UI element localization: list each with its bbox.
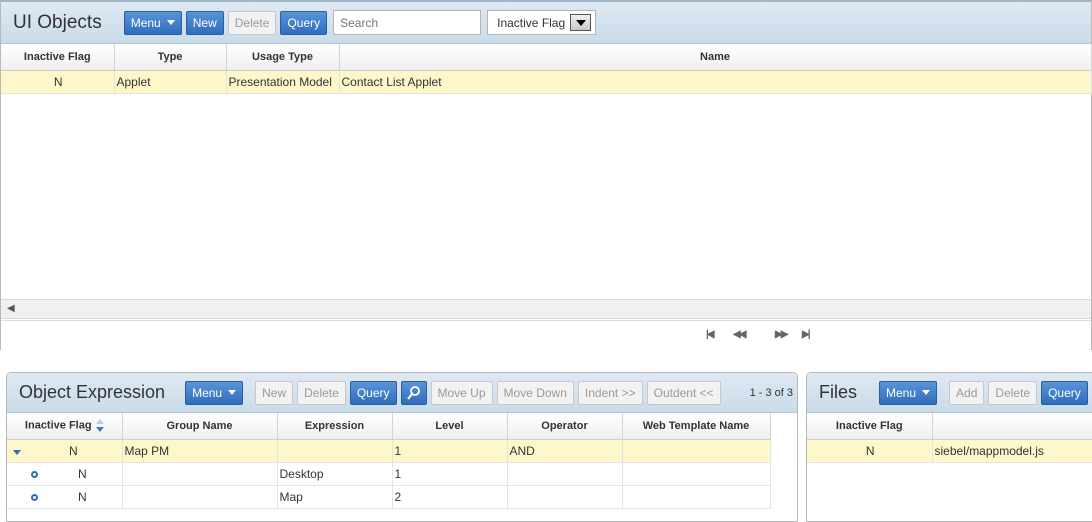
cell-group-name[interactable] (122, 462, 278, 486)
cell-web-template-name[interactable] (622, 485, 771, 509)
column-header-usage-type[interactable]: Usage Type (226, 44, 340, 71)
chevron-down-icon (228, 390, 237, 395)
cell-file[interactable]: siebel/mappmodel.js (932, 439, 1092, 463)
object-expression-new-button[interactable]: New (255, 380, 294, 405)
ui-objects-new-button[interactable]: New (185, 10, 224, 35)
cell-web-template-name[interactable] (622, 462, 771, 486)
cell-group-name[interactable] (122, 485, 278, 509)
previous-page-icon[interactable]: ◀◀ (733, 329, 746, 340)
menu-label: Menu (130, 15, 161, 30)
table-row[interactable]: N Map PM 1 AND (7, 439, 771, 463)
column-header-operator[interactable]: Operator (507, 413, 623, 440)
inactive-flag-value: N (78, 489, 87, 504)
files-menu-button[interactable]: Menu (879, 380, 938, 405)
ui-objects-applet: UI Objects Menu New Delete Query Inactiv… (0, 0, 1092, 350)
inactive-flag-value: N (78, 466, 87, 481)
column-header-label: Inactive Flag (24, 419, 92, 432)
cell-type[interactable]: Applet (114, 70, 227, 94)
ui-objects-table: Inactive Flag Type Usage Type Name N App… (1, 44, 1092, 94)
cell-usage-type[interactable]: Presentation Model (226, 70, 340, 94)
column-header-inactive-flag[interactable]: Inactive Flag (807, 413, 933, 440)
ui-objects-query-button[interactable]: Query (280, 10, 328, 35)
outdent-button[interactable]: Outdent << (646, 380, 721, 405)
table-row[interactable]: N Applet Presentation Model Contact List… (1, 70, 1092, 94)
filter-select-value: Inactive Flag (497, 15, 566, 30)
ui-objects-menu-button[interactable]: Menu (123, 10, 182, 35)
files-query-button[interactable]: Query (1041, 380, 1088, 405)
tree-bullet-icon (31, 470, 38, 478)
sort-icon[interactable] (95, 419, 104, 433)
ui-objects-filter-select[interactable]: Inactive Flag (487, 10, 597, 35)
chevron-down-icon (922, 390, 931, 395)
files-header: Files Menu Add Delete Query (807, 373, 1092, 413)
ui-objects-search-input[interactable] (333, 10, 482, 35)
move-up-button[interactable]: Move Up (430, 380, 493, 405)
table-row[interactable]: N Desktop 1 (7, 462, 771, 486)
first-page-icon[interactable]: |◀ (706, 329, 714, 340)
files-title: Files (819, 382, 858, 402)
pager-bar: |◀ ◀◀ ▶▶ ▶| (1, 320, 1091, 350)
column-header-file[interactable] (932, 413, 1092, 440)
cell-group-name[interactable]: Map PM (122, 439, 278, 463)
column-header-level[interactable]: Level (392, 413, 508, 440)
cell-name[interactable]: Contact List Applet (339, 70, 1092, 94)
cell-operator[interactable] (507, 462, 623, 486)
object-expression-table: Inactive Flag Group Name Expression Leve… (7, 413, 771, 509)
next-page-icon[interactable]: ▶▶ (775, 329, 788, 340)
cell-operator[interactable]: AND (507, 439, 623, 463)
column-header-type[interactable]: Type (114, 44, 227, 71)
cell-level[interactable]: 2 (392, 485, 508, 509)
object-expression-header: Object Expression Menu New Delete Query … (7, 373, 797, 413)
cell-expression[interactable]: Desktop (277, 462, 393, 486)
indent-button[interactable]: Indent >> (577, 380, 643, 405)
ui-objects-delete-button[interactable]: Delete (227, 10, 277, 35)
cell-expression[interactable] (277, 439, 393, 463)
cell-web-template-name[interactable] (622, 439, 771, 463)
cell-inactive-flag[interactable]: N (1, 70, 115, 94)
object-expression-title: Object Expression (19, 382, 166, 402)
cell-inactive-flag[interactable]: N (7, 462, 123, 486)
menu-label: Menu (192, 385, 223, 400)
table-row[interactable]: N Map 2 (7, 485, 771, 509)
object-expression-applet: Object Expression Menu New Delete Query … (6, 372, 798, 522)
column-header-expression[interactable]: Expression (277, 413, 393, 440)
ui-objects-title: UI Objects (13, 11, 102, 33)
cell-operator[interactable] (507, 485, 623, 509)
files-table: Inactive Flag N siebel/mappmodel.js (807, 413, 1092, 463)
horizontal-scrollbar[interactable]: ◀ (1, 299, 1091, 319)
cell-inactive-flag[interactable]: N (807, 439, 933, 463)
object-expression-delete-button[interactable]: Delete (297, 380, 346, 405)
inactive-flag-value: N (69, 443, 78, 458)
record-count: 1 - 3 of 3 (749, 386, 793, 399)
tree-bullet-icon (31, 493, 38, 501)
magnify-icon[interactable] (400, 380, 427, 405)
cell-expression[interactable]: Map (277, 485, 393, 509)
column-header-name[interactable]: Name (339, 44, 1092, 71)
column-header-inactive-flag[interactable]: Inactive Flag (1, 44, 115, 71)
column-header-group-name[interactable]: Group Name (122, 413, 278, 440)
cell-level[interactable]: 1 (392, 439, 508, 463)
cell-inactive-flag[interactable]: N (7, 439, 123, 463)
files-add-button[interactable]: Add (949, 380, 985, 405)
cell-inactive-flag[interactable]: N (7, 485, 123, 509)
cell-level[interactable]: 1 (392, 462, 508, 486)
move-down-button[interactable]: Move Down (496, 380, 574, 405)
scroll-left-icon[interactable]: ◀ (7, 303, 15, 314)
column-header-inactive-flag[interactable]: Inactive Flag (7, 413, 123, 440)
files-applet: Files Menu Add Delete Query Inactive Fla… (806, 372, 1092, 522)
object-expression-menu-button[interactable]: Menu (185, 380, 244, 405)
menu-label: Menu (886, 385, 917, 400)
expand-arrow-icon[interactable] (13, 449, 21, 455)
table-row[interactable]: N siebel/mappmodel.js (807, 439, 1092, 463)
chevron-down-icon (166, 20, 175, 25)
object-expression-query-button[interactable]: Query (349, 380, 397, 405)
files-delete-button[interactable]: Delete (988, 380, 1038, 405)
dropdown-arrow-icon[interactable] (570, 14, 592, 31)
last-page-icon[interactable]: ▶| (802, 329, 810, 340)
column-header-web-template-name[interactable]: Web Template Name (622, 413, 771, 440)
ui-objects-header: UI Objects Menu New Delete Query Inactiv… (1, 2, 1091, 44)
